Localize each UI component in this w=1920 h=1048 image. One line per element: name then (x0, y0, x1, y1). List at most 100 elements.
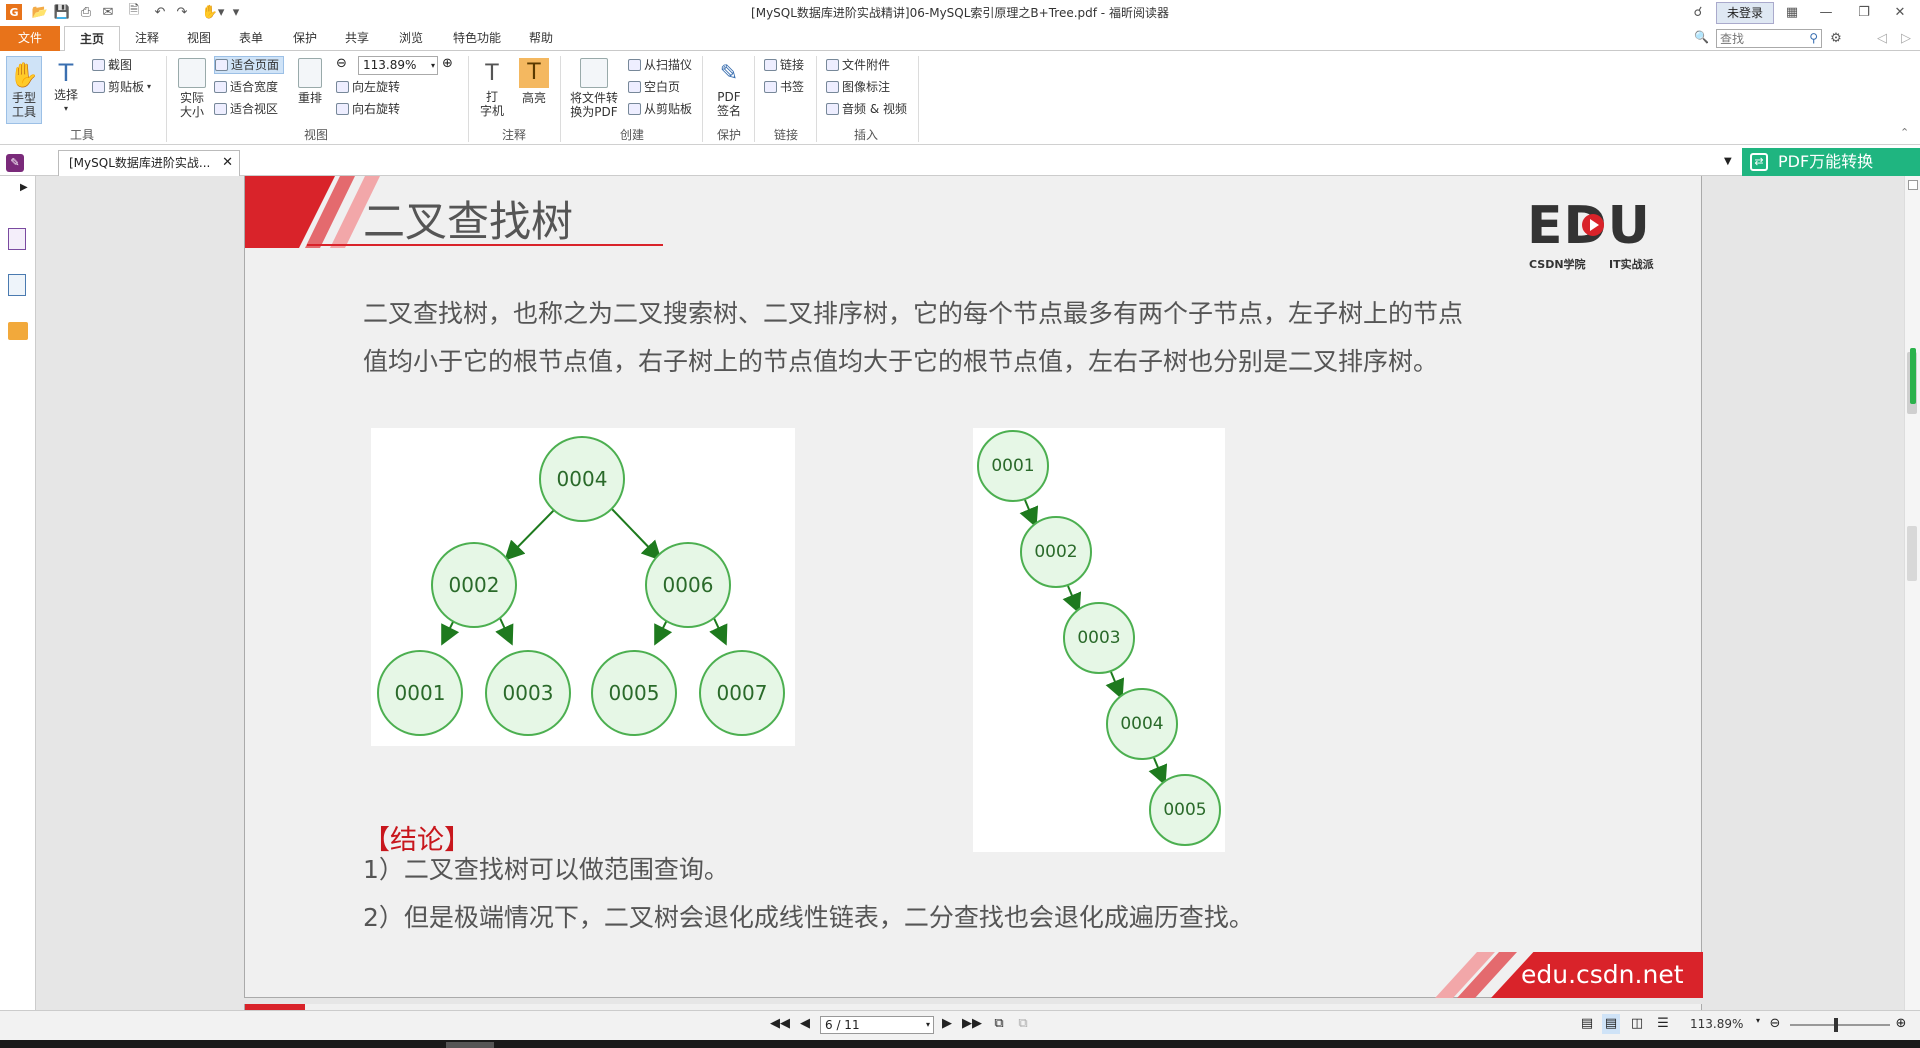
clipboard-button[interactable]: 剪贴板 ▾ (92, 78, 151, 96)
tab-list-dropdown-icon[interactable]: ▼ (1724, 156, 1732, 167)
restore-icon[interactable]: ❐ (1856, 4, 1872, 20)
convert-to-pdf-button[interactable]: 将文件转 换为PDF (566, 58, 622, 124)
zoom-in-icon[interactable]: ⊕ (1892, 1014, 1910, 1034)
tree-node: 0002 (431, 542, 517, 628)
logo-sub-right: IT实战派 (1609, 258, 1654, 271)
first-page-icon[interactable]: ◀◀ (770, 1014, 790, 1034)
clipboard-icon (92, 81, 105, 93)
next-page-icon[interactable]: ▶ (938, 1014, 956, 1034)
bookmark-icon (764, 81, 777, 93)
notification-icon[interactable]: ☌ (1690, 4, 1706, 20)
rotate-right-button[interactable]: 向右旋转 (336, 100, 400, 118)
highlight-button[interactable]: T 高亮 (516, 58, 552, 124)
select-label: 选择 (53, 88, 78, 102)
screenshot-button[interactable]: 截图 (92, 56, 132, 74)
continuous-page-icon[interactable]: ▤ (1602, 1014, 1620, 1034)
document-tab[interactable]: [MySQL数据库进阶实战... ✕ (58, 150, 240, 176)
hand-tool-button[interactable]: ✋ 手型 工具 (6, 56, 42, 124)
tab-share[interactable]: 共享 (336, 26, 378, 51)
fit-page-button[interactable]: 适合页面 (214, 56, 285, 74)
continuous-facing-icon[interactable]: ☰ (1654, 1014, 1672, 1034)
zoom-in-icon[interactable]: ⊕ (442, 56, 458, 72)
search-field[interactable] (1717, 30, 1801, 47)
bookmark-button[interactable]: 书签 (764, 78, 804, 96)
tab-view[interactable]: 视图 (178, 26, 220, 51)
group-divider (918, 56, 919, 142)
from-clipboard-button[interactable]: 从剪贴板 (628, 100, 692, 118)
rotate-left-button[interactable]: 向左旋转 (336, 78, 400, 96)
tab-features[interactable]: 特色功能 (446, 26, 508, 51)
settings-icon[interactable]: ⚙ (1828, 30, 1844, 46)
tab-home[interactable]: 主页 (64, 26, 120, 52)
logo-sub-left: CSDN学院 (1529, 258, 1586, 271)
pen-icon: ✎ (719, 61, 739, 86)
search-icon[interactable]: ⚲ (1809, 31, 1818, 45)
search-input[interactable]: ⚲ (1716, 29, 1822, 48)
split-view-icon[interactable] (1908, 180, 1918, 190)
group-label-create: 创建 (619, 128, 644, 142)
blank-page-button[interactable]: 空白页 (628, 78, 680, 96)
page-icon (178, 58, 206, 88)
comments-panel-icon[interactable] (8, 322, 28, 340)
zoom-input[interactable]: 113.89% ▾ (358, 56, 438, 75)
tab-help[interactable]: 帮助 (520, 26, 562, 51)
previous-view-icon[interactable]: ⧉ (990, 1014, 1008, 1034)
expand-panel-icon[interactable]: ▶ (20, 182, 28, 193)
last-page-icon[interactable]: ▶▶ (962, 1014, 982, 1034)
chevron-down-icon[interactable]: ▾ (1756, 1016, 1760, 1025)
hand-tool-label: 手型 工具 (11, 91, 36, 119)
reflow-button[interactable]: 重排 (294, 58, 326, 124)
pages-panel-icon[interactable] (8, 228, 26, 250)
rotate-left-icon (336, 81, 349, 93)
zoom-out-icon[interactable]: ⊖ (1766, 1014, 1784, 1034)
video-icon (826, 103, 839, 115)
pdf-page: 二叉查找树 EDU CSDN学院 IT实战派 二叉查找树，也称之为二叉搜索树、二… (244, 176, 1703, 998)
fit-width-button[interactable]: 适合宽度 (214, 78, 278, 96)
vertical-scrollbar[interactable] (1904, 176, 1920, 1010)
prev-page-icon[interactable]: ◀ (796, 1014, 814, 1034)
fit-page-icon (215, 59, 228, 71)
hand-icon: ✋ (9, 61, 39, 89)
sign-icon[interactable]: ✎ (6, 154, 24, 172)
close-icon[interactable]: ✕ (1892, 4, 1908, 20)
zoom-slider-handle[interactable] (1834, 1018, 1838, 1032)
tab-protect[interactable]: 保护 (284, 26, 326, 51)
fit-visible-button[interactable]: 适合视区 (214, 100, 278, 118)
file-attachment-button[interactable]: 文件附件 (826, 56, 890, 74)
tree-node: 0003 (485, 650, 571, 736)
scrollbar-thumb[interactable] (1907, 526, 1917, 581)
pdf-convert-button[interactable]: ⇄ PDF万能转换 (1742, 148, 1920, 176)
zoom-slider[interactable] (1790, 1018, 1890, 1032)
minimize-icon[interactable]: — (1818, 4, 1834, 20)
image-annotation-button[interactable]: 图像标注 (826, 78, 890, 96)
tab-comment[interactable]: 注释 (126, 26, 168, 51)
facing-page-icon[interactable]: ◫ (1628, 1014, 1646, 1034)
typewriter-button[interactable]: T 打 字机 (476, 58, 508, 124)
forward-icon[interactable]: ▷ (1898, 30, 1914, 46)
group-divider (560, 56, 561, 142)
actual-size-button[interactable]: 实际 大小 (174, 58, 210, 124)
link-button[interactable]: 链接 (764, 56, 804, 74)
tab-file[interactable]: 文件 (0, 26, 60, 51)
single-page-icon[interactable]: ▤ (1578, 1014, 1596, 1034)
login-button[interactable]: 未登录 (1716, 2, 1774, 24)
layers-panel-icon[interactable] (8, 274, 26, 296)
from-scanner-button[interactable]: 从扫描仪 (628, 56, 692, 74)
tree-node: 0004 (539, 436, 625, 522)
tab-browse[interactable]: 浏览 (390, 26, 432, 51)
page-number-input[interactable]: 6 / 11 ▾ (820, 1016, 934, 1034)
next-view-icon[interactable]: ⧉ (1014, 1014, 1032, 1034)
pdf-sign-button[interactable]: ✎ PDF 签名 (710, 58, 748, 124)
back-icon[interactable]: ◁ (1874, 30, 1890, 46)
title-underline (307, 244, 663, 246)
chevron-down-icon: ▾ (63, 104, 68, 113)
close-tab-icon[interactable]: ✕ (222, 151, 233, 175)
zoom-out-icon[interactable]: ⊖ (336, 56, 352, 72)
logo-play-icon (1582, 214, 1604, 236)
tab-form[interactable]: 表单 (230, 26, 272, 51)
select-tool-button[interactable]: T 选择 ▾ (50, 58, 82, 124)
audio-video-button[interactable]: 音频 & 视频 (826, 100, 907, 118)
chevron-down-icon: ▾ (925, 1020, 930, 1029)
layout-icon[interactable]: ▦ (1784, 4, 1800, 20)
collapse-ribbon-icon[interactable]: ⌃ (1900, 126, 1909, 139)
